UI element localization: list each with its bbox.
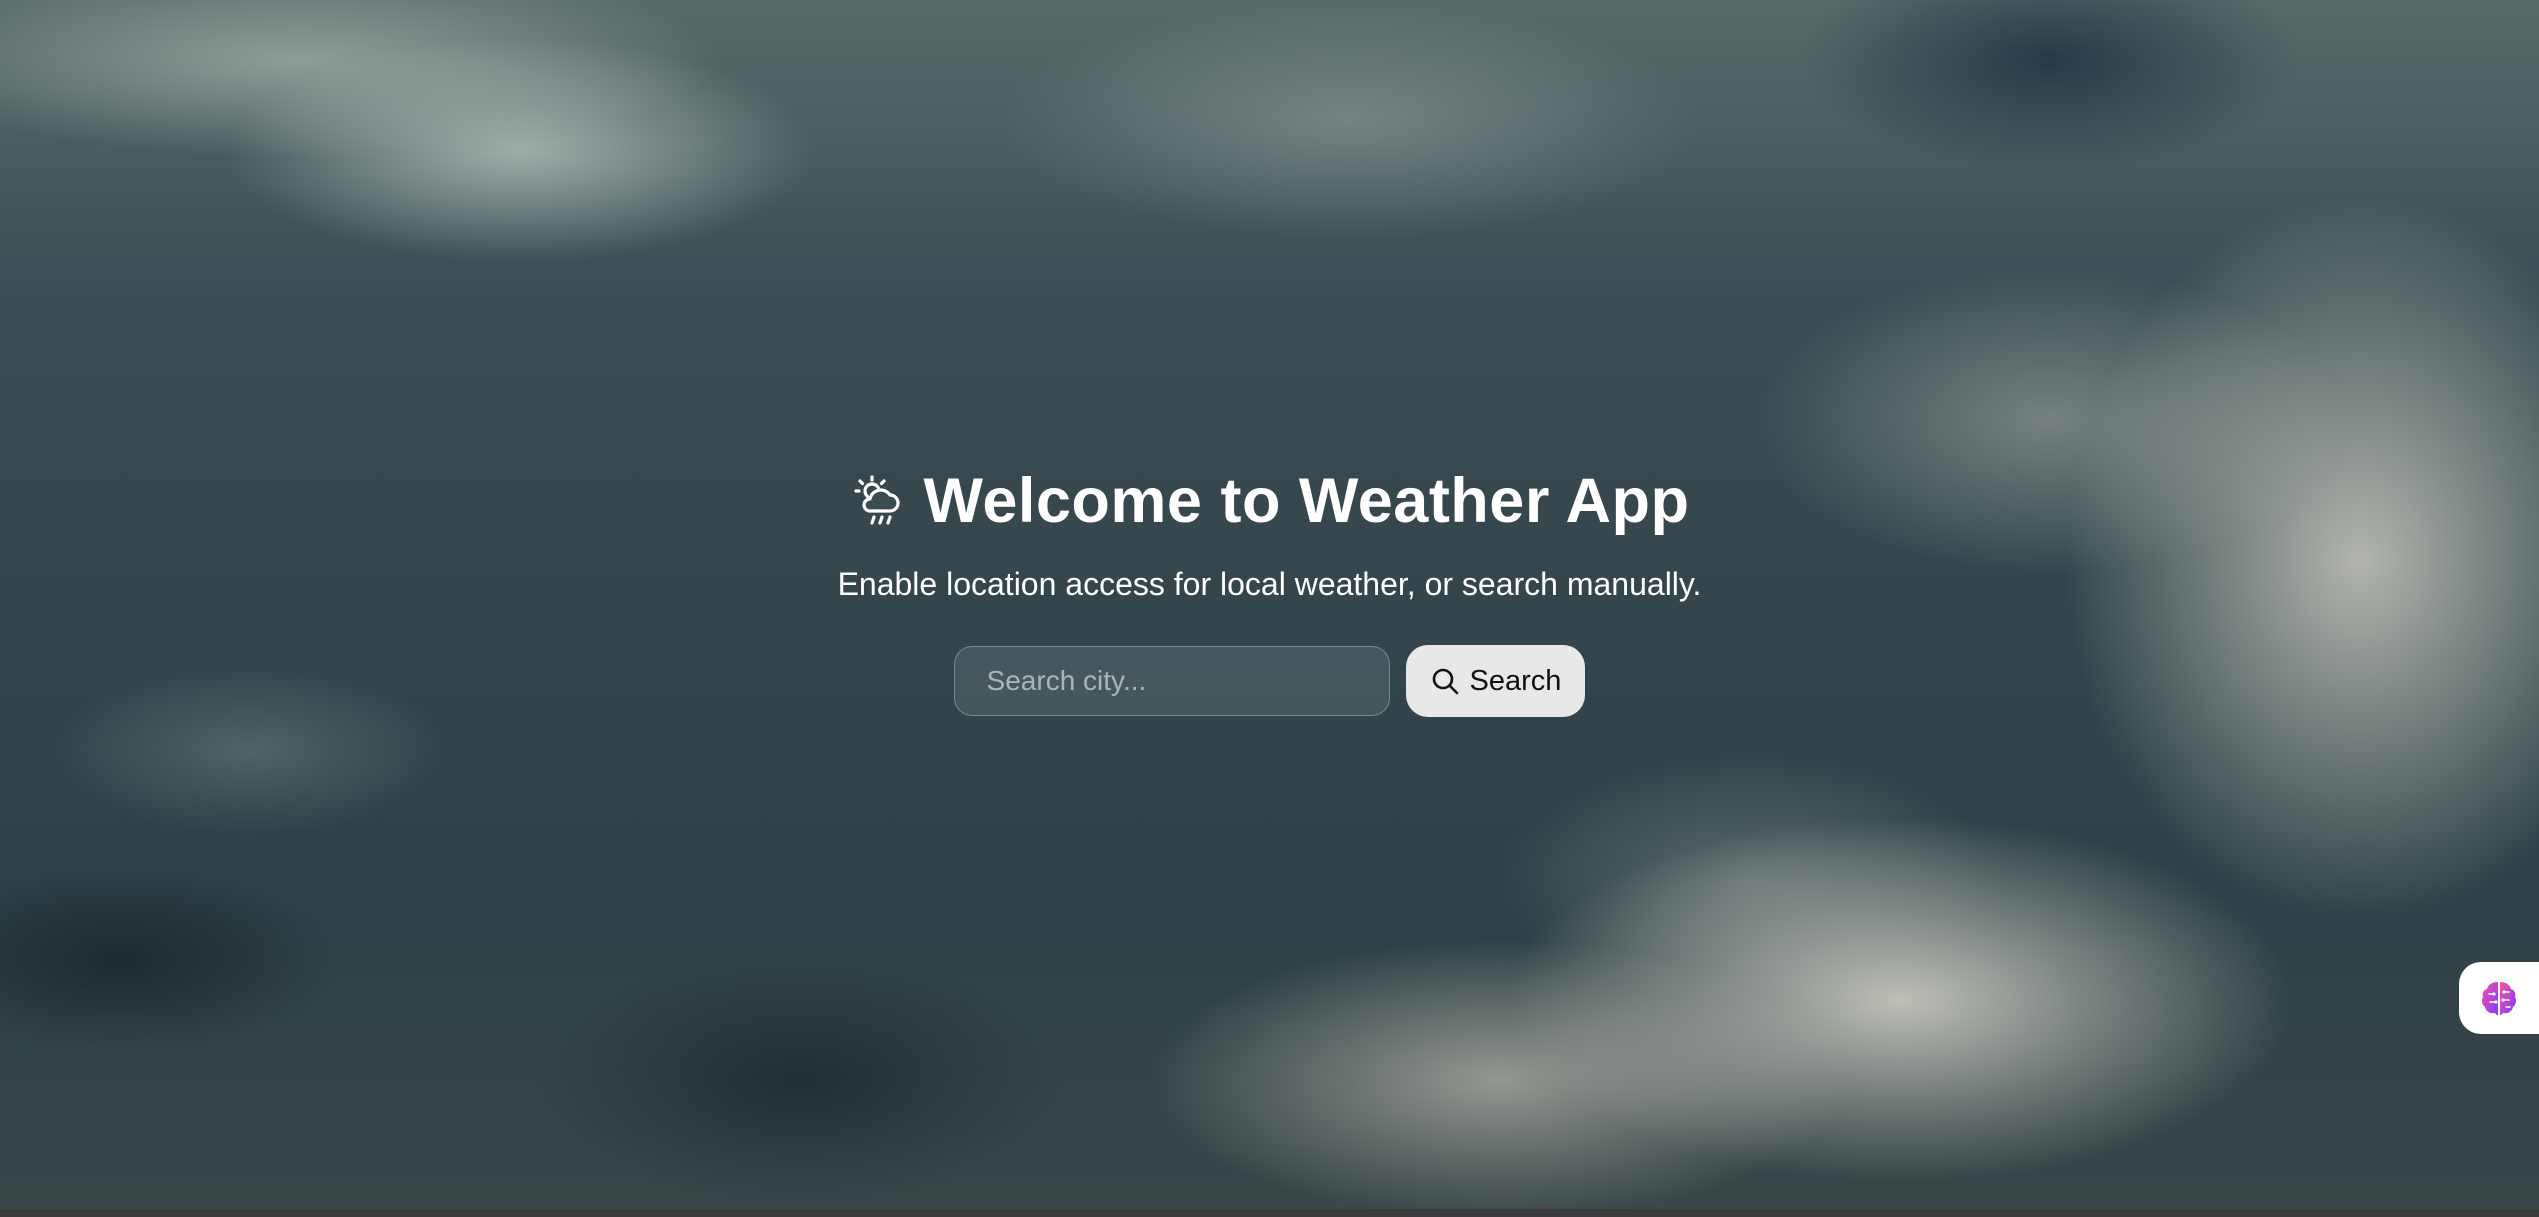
search-button-label: Search [1469, 664, 1562, 697]
brain-icon [2477, 976, 2521, 1020]
title-row: Welcome to Weather App [0, 460, 2539, 542]
assistant-launcher[interactable] [2459, 962, 2539, 1034]
city-search-input[interactable] [953, 646, 1390, 716]
page-title: Welcome to Weather App [923, 466, 1690, 536]
search-button[interactable]: Search [1405, 645, 1586, 717]
weather-app-page: Welcome to Weather App Enable location a… [0, 0, 2539, 1217]
welcome-hero: Welcome to Weather App Enable location a… [0, 460, 2539, 717]
search-bar: Search [0, 645, 2539, 717]
bottom-edge-strip [0, 1209, 2539, 1217]
search-icon [1430, 666, 1460, 696]
cloud-sun-rain-icon [850, 473, 906, 529]
page-subtitle: Enable location access for local weather… [837, 566, 1702, 602]
